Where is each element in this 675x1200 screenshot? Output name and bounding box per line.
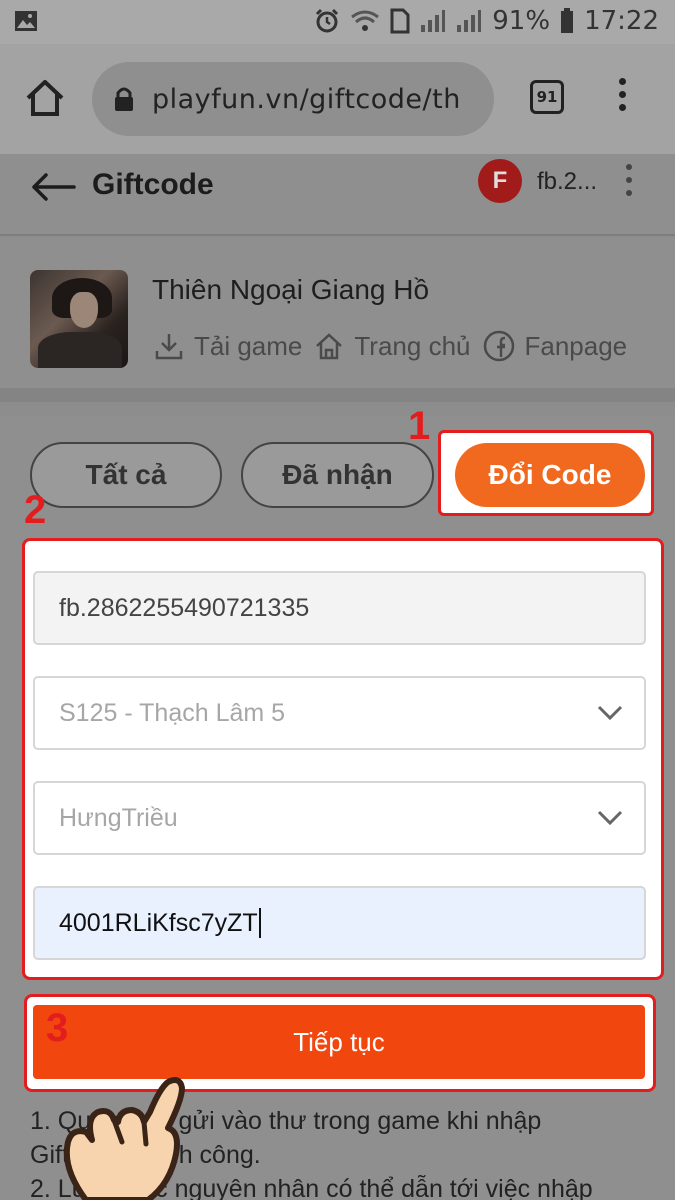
avatar[interactable]: F xyxy=(478,159,522,203)
continue-button[interactable]: Tiếp tục xyxy=(33,1005,645,1079)
annotation-step-1: 1 xyxy=(408,404,431,448)
app-header: Giftcode F fb.2... xyxy=(0,154,675,236)
home-icon xyxy=(316,333,343,360)
chevron-down-icon xyxy=(597,810,623,826)
tab-redeem-code[interactable]: Đổi Code xyxy=(455,443,645,507)
status-bar: 91% 17:22 xyxy=(0,0,675,44)
home-icon[interactable] xyxy=(24,78,66,118)
tab-received[interactable]: Đã nhận xyxy=(241,442,434,508)
back-arrow-icon[interactable] xyxy=(30,172,76,202)
battery-percent: 91% xyxy=(492,6,551,36)
sim-icon xyxy=(390,8,410,34)
browser-toolbar: playfun.vn/giftcode/th 91 xyxy=(0,44,675,154)
annotation-step-2: 2 xyxy=(24,488,47,532)
browser-menu-icon[interactable] xyxy=(612,78,632,118)
tap-hand-icon xyxy=(63,1077,185,1200)
image-icon xyxy=(15,11,37,31)
lock-icon xyxy=(115,87,133,111)
address-bar[interactable]: playfun.vn/giftcode/th xyxy=(92,62,494,136)
user-id-field: fb.2862255490721335 xyxy=(33,571,646,645)
url-text: playfun.vn/giftcode/th xyxy=(152,83,461,115)
fanpage-link[interactable]: Fanpage xyxy=(483,330,628,362)
facebook-icon xyxy=(483,330,514,362)
alarm-icon xyxy=(316,8,339,33)
chevron-down-icon xyxy=(597,705,623,721)
server-value: S125 - Thạch Lâm 5 xyxy=(59,698,286,727)
page-title: Giftcode xyxy=(92,168,214,201)
clock-time: 17:22 xyxy=(584,6,659,36)
user-id-value: fb.2862255490721335 xyxy=(59,593,310,622)
server-select[interactable]: S125 - Thạch Lâm 5 xyxy=(33,676,646,750)
giftcode-value: 4001RLiKfsc7yZT xyxy=(59,908,258,937)
signal-icon xyxy=(421,10,446,32)
giftcode-input[interactable]: 4001RLiKfsc7yZT xyxy=(33,886,646,960)
page-content: Giftcode F fb.2... Thiên Ngoại Giang Hồ … xyxy=(0,154,675,1200)
game-title: Thiên Ngoại Giang Hồ xyxy=(152,274,430,305)
tab-all[interactable]: Tất cả xyxy=(30,442,222,508)
redeem-form: fb.2862255490721335 S125 - Thạch Lâm 5 H… xyxy=(22,538,664,980)
user-name[interactable]: fb.2... xyxy=(537,168,597,196)
homepage-link[interactable]: Trang chủ xyxy=(314,330,471,362)
tab-switcher-button[interactable]: 91 xyxy=(530,80,564,114)
game-info: Thiên Ngoại Giang Hồ Tải game Trang chủ xyxy=(0,238,675,402)
character-value: HưngTriều xyxy=(59,803,178,832)
download-icon xyxy=(155,334,183,360)
download-game-link[interactable]: Tải game xyxy=(154,331,302,362)
redeem-tab-highlight: Đổi Code xyxy=(438,430,654,516)
homepage-label: Trang chủ xyxy=(354,330,471,361)
text-cursor xyxy=(258,908,261,938)
more-options-icon[interactable] xyxy=(622,164,636,204)
annotation-step-3: 3 xyxy=(46,1006,69,1050)
wifi-icon xyxy=(351,10,380,31)
game-links: Tải game Trang chủ Fanpage xyxy=(154,330,639,362)
game-thumbnail xyxy=(30,270,128,368)
character-select[interactable]: HưngTriều xyxy=(33,781,646,855)
signal-icon-2 xyxy=(457,10,482,32)
download-game-label: Tải game xyxy=(194,330,303,361)
battery-icon xyxy=(561,8,574,33)
fanpage-label: Fanpage xyxy=(524,330,628,361)
